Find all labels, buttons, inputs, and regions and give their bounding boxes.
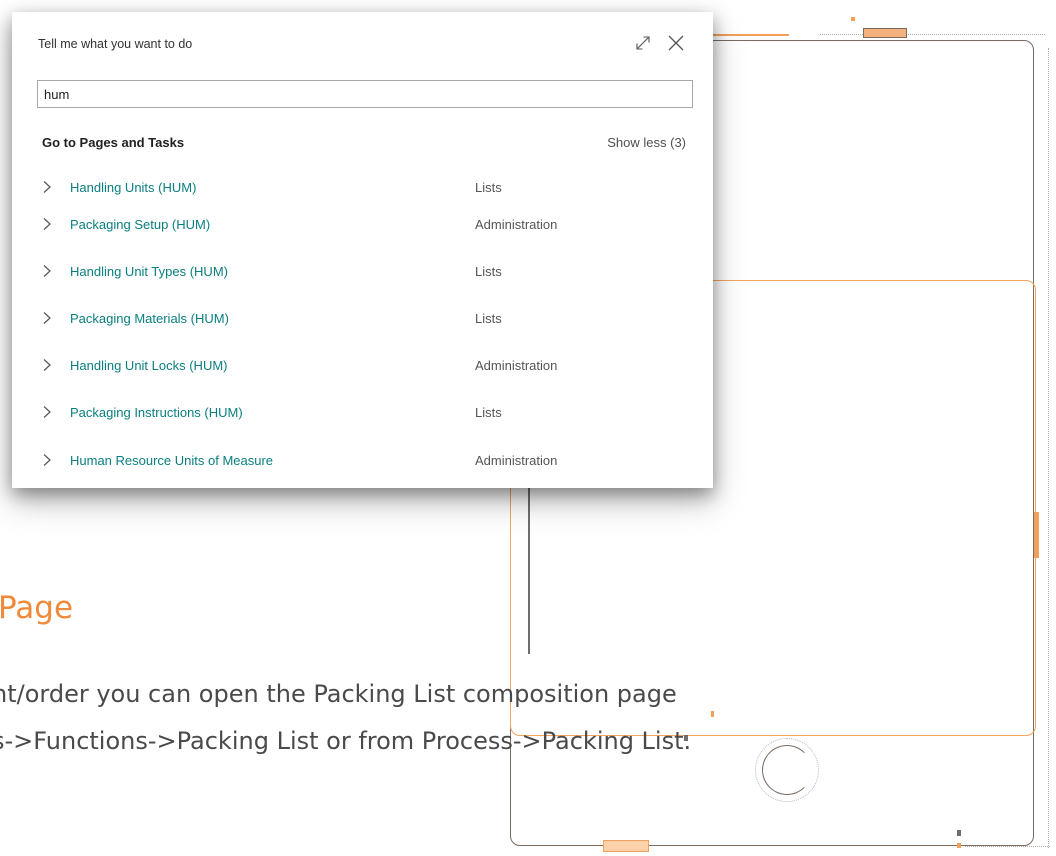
tell-me-dialog: Tell me what you want to do Go to Pages …: [12, 12, 713, 488]
chevron-right-icon: [42, 311, 66, 325]
frame-tab-top: [863, 28, 907, 38]
result-name[interactable]: Packaging Materials (HUM): [66, 311, 475, 326]
dotted-line-top: [820, 34, 1045, 35]
grey-dot-bottom: [957, 830, 961, 836]
close-button[interactable]: [664, 33, 688, 57]
grey-vertical-line: [528, 488, 530, 654]
orange-dot-top: [851, 17, 855, 21]
orange-dot-mid: [711, 711, 714, 717]
chevron-right-icon: [42, 405, 66, 419]
result-row[interactable]: Packaging Instructions (HUM) Lists: [38, 399, 698, 425]
show-less-link[interactable]: Show less (3): [607, 135, 686, 150]
dotted-line-right: [1048, 48, 1049, 848]
result-row[interactable]: Handling Unit Locks (HUM) Administration: [38, 352, 698, 378]
result-row[interactable]: Human Resource Units of Measure Administr…: [38, 447, 698, 473]
chevron-right-icon: [42, 264, 66, 278]
result-row[interactable]: Handling Units (HUM) Lists: [38, 174, 698, 200]
result-name[interactable]: Human Resource Units of Measure: [66, 453, 475, 468]
result-category: Administration: [475, 216, 558, 232]
expand-icon: [634, 34, 652, 57]
result-category: Lists: [475, 263, 502, 279]
dialog-title: Tell me what you want to do: [38, 37, 193, 51]
search-input[interactable]: [37, 80, 693, 108]
expand-button[interactable]: [631, 33, 655, 57]
result-category: Lists: [475, 310, 502, 326]
orange-dot-bottom: [957, 843, 961, 848]
result-name[interactable]: Packaging Setup (HUM): [66, 217, 475, 232]
close-icon: [667, 34, 685, 57]
result-name[interactable]: Handling Units (HUM): [66, 180, 475, 195]
result-category: Lists: [475, 179, 502, 195]
orange-side-marker: [1034, 512, 1039, 558]
dotted-line-bottom: [965, 846, 1050, 847]
slide-body-line-1: nt/order you can open the Packing List c…: [0, 680, 677, 708]
section-title: Go to Pages and Tasks: [42, 135, 185, 150]
chevron-right-icon: [42, 180, 66, 194]
result-name[interactable]: Handling Unit Types (HUM): [66, 264, 475, 279]
ring-inner-arc: [762, 745, 812, 795]
orange-line-top: [713, 34, 789, 36]
result-category: Lists: [475, 404, 502, 420]
result-category: Administration: [475, 452, 558, 468]
result-name[interactable]: Packaging Instructions (HUM): [66, 405, 475, 420]
result-name[interactable]: Handling Unit Locks (HUM): [66, 358, 475, 373]
result-row[interactable]: Packaging Materials (HUM) Lists: [38, 305, 698, 331]
frame-tab-bottom: [603, 840, 649, 852]
slide-canvas: Page nt/order you can open the Packing L…: [0, 0, 1056, 856]
chevron-right-icon: [42, 453, 66, 467]
result-category: Administration: [475, 357, 558, 373]
slide-heading: Page: [0, 590, 74, 626]
slide-body-line-2: s->Functions->Packing List or from Proce…: [0, 727, 692, 755]
result-row[interactable]: Handling Unit Types (HUM) Lists: [38, 258, 698, 284]
result-row[interactable]: Packaging Setup (HUM) Administration: [38, 211, 698, 237]
chevron-right-icon: [42, 358, 66, 372]
chevron-right-icon: [42, 217, 66, 231]
